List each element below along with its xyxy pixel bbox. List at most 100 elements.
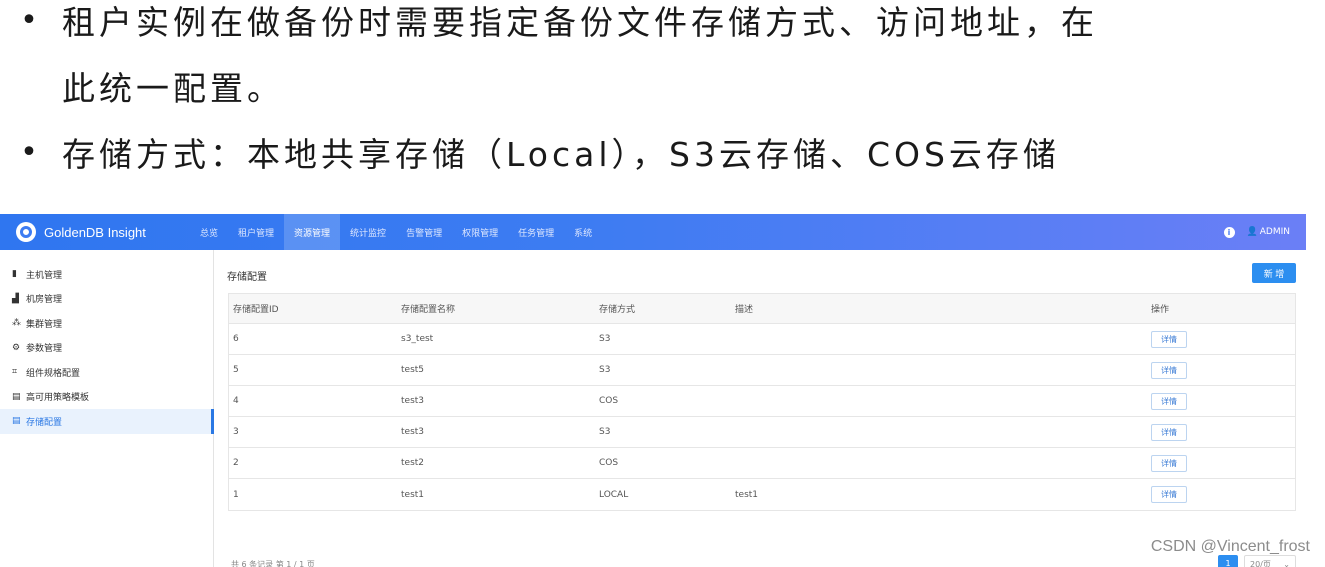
table-row: 4 test3 COS 详情 bbox=[229, 386, 1295, 417]
column-header-type[interactable]: 存储方式 bbox=[599, 302, 735, 315]
column-header-name[interactable]: 存储配置名称 bbox=[401, 302, 599, 315]
sidebar: ▮ 主机管理 ▟ 机房管理 ⁂ 集群管理 ⚙ 参数管理 ⌗ 组件规格配置 ▤ 高… bbox=[0, 250, 214, 567]
user-area: i 👤 ADMIN bbox=[1223, 214, 1290, 250]
sidebar-item-label: 主机管理 bbox=[26, 270, 63, 281]
nav-overview[interactable]: 总览 bbox=[190, 214, 228, 250]
detail-button[interactable]: 详情 bbox=[1151, 423, 1187, 441]
watermark: CSDN @Vincent_frost bbox=[1150, 538, 1310, 555]
cell-action: 详情 bbox=[1151, 454, 1291, 472]
table-row: 6 s3_test S3 详情 bbox=[229, 324, 1295, 355]
table-row: 2 test2 COS 详情 bbox=[229, 448, 1295, 479]
nav-tenant[interactable]: 租户管理 bbox=[228, 214, 284, 250]
sidebar-list: ▮ 主机管理 ▟ 机房管理 ⁂ 集群管理 ⚙ 参数管理 ⌗ 组件规格配置 ▤ 高… bbox=[0, 250, 214, 434]
cell-id: 1 bbox=[233, 489, 239, 500]
cell-id: 3 bbox=[233, 427, 239, 437]
cell-type: S3 bbox=[599, 365, 611, 375]
add-button[interactable]: 新 增 bbox=[1252, 263, 1296, 283]
bullet-dot: • bbox=[20, 3, 42, 38]
record-count: 共 6 条记录 第 1 / 1 页 bbox=[231, 560, 315, 567]
brand-logo[interactable]: GoldenDB Insight bbox=[0, 222, 190, 242]
table-row: 3 test3 S3 详情 bbox=[229, 417, 1295, 448]
chevron-down-icon: ⌄ bbox=[1283, 559, 1290, 567]
page-size-value: 20/页 bbox=[1250, 559, 1271, 567]
cell-id: 6 bbox=[233, 334, 239, 344]
cell-name: s3_test bbox=[401, 334, 434, 344]
page-title: 存储配置 bbox=[227, 272, 267, 283]
cluster-icon: ⁂ bbox=[12, 318, 21, 329]
cell-type: COS bbox=[599, 396, 619, 406]
cell-id: 5 bbox=[233, 365, 239, 375]
nav-task[interactable]: 任务管理 bbox=[508, 214, 564, 250]
sidebar-item-spec[interactable]: ⌗ 组件规格配置 bbox=[0, 360, 213, 385]
nav-permission[interactable]: 权限管理 bbox=[452, 214, 508, 250]
sidebar-item-params[interactable]: ⚙ 参数管理 bbox=[0, 336, 213, 361]
sidebar-item-storage[interactable]: ▤ 存储配置 bbox=[0, 409, 214, 434]
sidebar-item-cluster[interactable]: ⁂ 集群管理 bbox=[0, 311, 213, 336]
column-header-action: 操作 bbox=[1151, 305, 1170, 315]
detail-button[interactable]: 详情 bbox=[1151, 330, 1187, 348]
sidebar-item-label: 高可用策略模板 bbox=[26, 393, 90, 404]
cell-type: COS bbox=[599, 458, 619, 468]
cell-id: 4 bbox=[233, 396, 239, 406]
bullet-1-text: 租户实例在做备份时需要指定备份文件存储方式、访问地址，在 bbox=[62, 3, 1098, 42]
cell-type: S3 bbox=[599, 427, 611, 437]
user-icon: 👤 bbox=[1246, 227, 1258, 237]
top-navbar: GoldenDB Insight 总览 租户管理 资源管理 统计监控 告警管理 … bbox=[0, 214, 1306, 250]
brand-name: GoldenDB Insight bbox=[44, 224, 146, 240]
sidebar-item-ha-template[interactable]: ▤ 高可用策略模板 bbox=[0, 385, 213, 410]
page-button-current[interactable]: 1 bbox=[1218, 555, 1238, 567]
bullet-1: • 租户实例在做备份时需要指定备份文件存储方式、访问地址，在 bbox=[0, 3, 1098, 42]
cell-name: test2 bbox=[401, 458, 425, 468]
bullet-dot: • bbox=[20, 135, 42, 170]
sidebar-item-label: 组件规格配置 bbox=[26, 368, 81, 379]
cell-name: test3 bbox=[401, 396, 425, 406]
sidebar-item-label: 参数管理 bbox=[26, 344, 63, 355]
logo-icon bbox=[16, 222, 36, 242]
sidebar-item-label: 集群管理 bbox=[26, 319, 63, 330]
main-nav: 总览 租户管理 资源管理 统计监控 告警管理 权限管理 任务管理 系统 bbox=[190, 214, 602, 250]
cell-id: 2 bbox=[233, 458, 239, 468]
nav-system[interactable]: 系统 bbox=[564, 214, 602, 250]
table-row: 5 test5 S3 详情 bbox=[229, 355, 1295, 386]
app-window: GoldenDB Insight 总览 租户管理 资源管理 统计监控 告警管理 … bbox=[0, 214, 1306, 567]
column-header-desc[interactable]: 描述 bbox=[735, 302, 1151, 315]
cell-name: test1 bbox=[401, 489, 425, 500]
info-icon[interactable]: i bbox=[1223, 226, 1235, 238]
nav-alarm[interactable]: 告警管理 bbox=[396, 214, 452, 250]
cell-action: 详情 bbox=[1151, 330, 1291, 348]
table-row: 1 test1 LOCAL test1 详情 bbox=[229, 479, 1295, 510]
cell-action: 详情 bbox=[1151, 392, 1291, 410]
detail-button[interactable]: 详情 bbox=[1151, 392, 1187, 410]
bullet-1-continuation: 此统一配置。 bbox=[62, 72, 284, 105]
building-icon: ▟ bbox=[12, 293, 19, 304]
column-header-id[interactable]: 存储配置ID bbox=[229, 302, 401, 315]
detail-button[interactable]: 详情 bbox=[1151, 486, 1187, 503]
server-icon: ▮ bbox=[12, 269, 17, 280]
detail-button[interactable]: 详情 bbox=[1151, 454, 1187, 472]
bullet-2: • 存储方式：本地共享存储（Local），S3云存储、COS云存储 bbox=[0, 135, 1060, 174]
storage-table: 存储配置ID 存储配置名称 存储方式 描述 操作 6 s3_test S3 详情… bbox=[228, 293, 1296, 511]
cell-type: S3 bbox=[599, 334, 611, 344]
detail-button[interactable]: 详情 bbox=[1151, 361, 1187, 379]
sidebar-item-room[interactable]: ▟ 机房管理 bbox=[0, 287, 213, 312]
nav-resource[interactable]: 资源管理 bbox=[284, 214, 341, 250]
sidebar-item-label: 存储配置 bbox=[26, 417, 63, 428]
table-header: 存储配置ID 存储配置名称 存储方式 描述 操作 bbox=[229, 294, 1295, 324]
cell-type: LOCAL bbox=[599, 489, 629, 500]
cell-action: 详情 bbox=[1151, 423, 1291, 441]
spec-icon: ⌗ bbox=[12, 367, 18, 378]
cell-action: 详情 bbox=[1151, 361, 1291, 379]
nav-monitor[interactable]: 统计监控 bbox=[340, 214, 396, 250]
storage-icon: ▤ bbox=[12, 416, 21, 427]
sidebar-item-label: 机房管理 bbox=[26, 295, 63, 306]
sidebar-item-host[interactable]: ▮ 主机管理 bbox=[0, 262, 213, 287]
settings-icon: ⚙ bbox=[12, 342, 21, 353]
main-content: 存储配置 新 增 存储配置ID 存储配置名称 存储方式 描述 操作 6 s3_t… bbox=[215, 250, 1306, 567]
page-size-select[interactable]: 20/页 ⌄ bbox=[1244, 555, 1296, 567]
user-name[interactable]: ADMIN bbox=[1260, 227, 1290, 237]
cell-name: test3 bbox=[401, 427, 425, 437]
cell-action: 详情 bbox=[1151, 486, 1291, 503]
cell-name: test5 bbox=[401, 365, 425, 375]
bullet-2-text: 存储方式：本地共享存储（Local），S3云存储、COS云存储 bbox=[62, 135, 1060, 174]
template-icon: ▤ bbox=[12, 391, 21, 402]
